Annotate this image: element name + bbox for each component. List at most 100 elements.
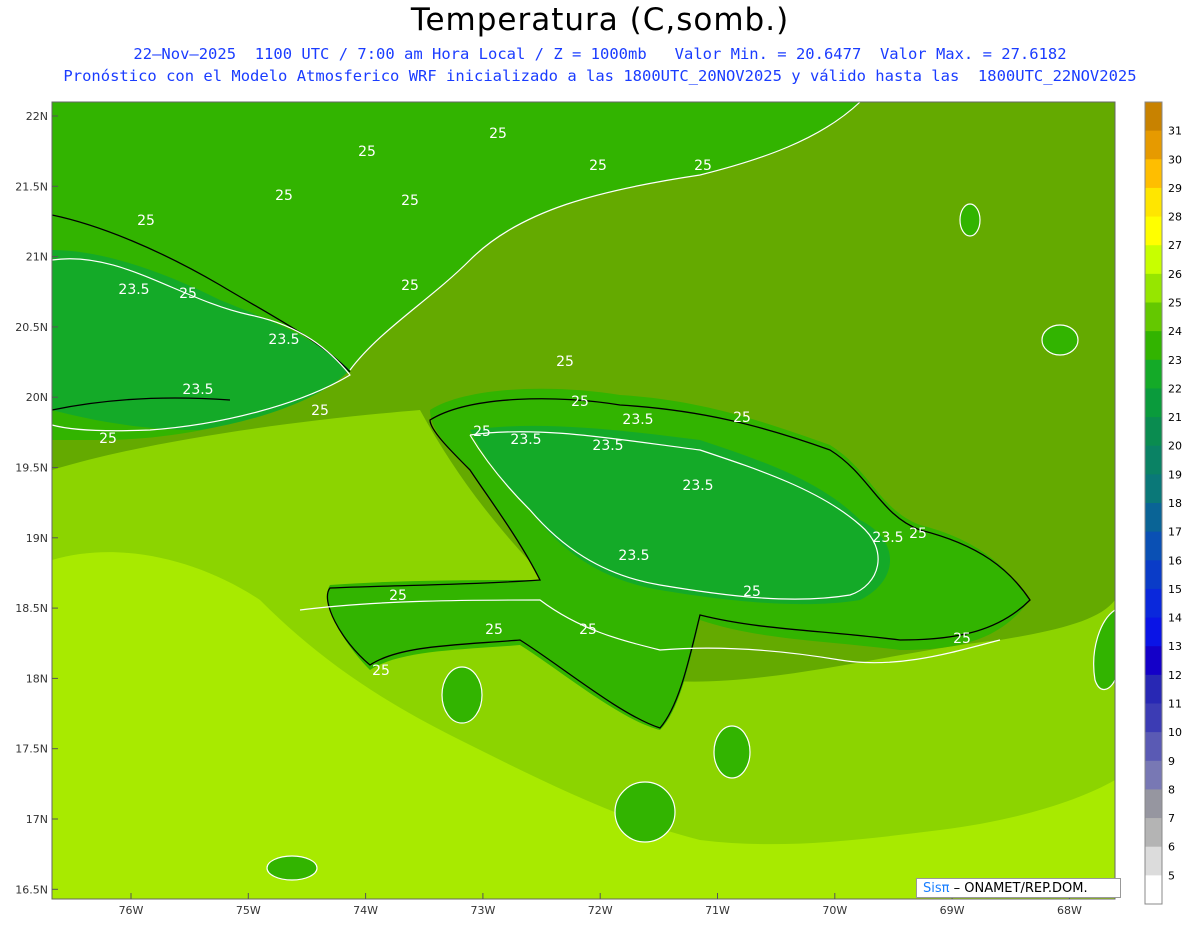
colorbar-swatch (1145, 331, 1162, 361)
colorbar-swatch (1145, 245, 1162, 275)
colorbar-swatch (1145, 273, 1162, 303)
colorbar-swatch (1145, 846, 1162, 876)
lat-label: 17.5N (15, 743, 48, 756)
colorbar-label: 16 (1168, 554, 1182, 567)
contour-label: 25 (179, 286, 197, 302)
colorbar-label: 19 (1168, 468, 1182, 481)
contour-label: 25 (694, 158, 712, 174)
colorbar-swatch (1145, 445, 1162, 475)
lat-label: 16.5N (15, 883, 48, 896)
contour-label: 23.5 (622, 412, 653, 428)
colorbar-swatch (1145, 417, 1162, 447)
contour-25-blob (959, 203, 981, 237)
temperature-map: 25 25 25 25 25 25 25 25 23.5 25 23.5 23.5 25 25 25 25 23… (15, 101, 1182, 917)
contour-label: 25 (589, 158, 607, 174)
contour-25-blob (614, 781, 676, 843)
contour-label: 25 (953, 631, 971, 647)
colorbar-label: 8 (1168, 783, 1175, 796)
lat-label: 20.5N (15, 321, 48, 334)
lat-label: 18.5N (15, 602, 48, 615)
colorbar-label: 6 (1168, 841, 1175, 854)
colorbar-swatch (1145, 159, 1162, 189)
colorbar-swatch (1145, 617, 1162, 647)
longitude-labels: 76W 75W 74W 73W 72W 71W 70W 69W 68W (119, 904, 1082, 917)
colorbar-label: 11 (1168, 698, 1182, 711)
contour-label: 25 (358, 144, 376, 160)
contour-25-blob (713, 725, 751, 779)
lat-label: 21N (26, 251, 48, 264)
colorbar-swatch (1145, 703, 1162, 733)
colorbar-label: 5 (1168, 869, 1175, 882)
contour-label: 25 (556, 354, 574, 370)
contour-label: 25 (275, 188, 293, 204)
colorbar-label: 30 (1168, 153, 1182, 166)
colorbar-label: 29 (1168, 182, 1182, 195)
contour-label: 25 (579, 622, 597, 638)
colorbar-swatch (1145, 388, 1162, 418)
lon-label: 68W (1057, 904, 1082, 917)
contour-label: 25 (311, 403, 329, 419)
colorbar-label: 24 (1168, 325, 1182, 338)
lon-label: 73W (470, 904, 495, 917)
contour-label: 23.5 (592, 438, 623, 454)
colorbar-swatch (1145, 875, 1162, 905)
contour-label: 25 (485, 622, 503, 638)
lon-label: 75W (236, 904, 261, 917)
lat-label: 19.5N (15, 462, 48, 475)
colorbar-label: 27 (1168, 239, 1182, 252)
contour-label: 25 (909, 526, 927, 542)
colorbar-swatch (1145, 646, 1162, 676)
contour-label: 25 (137, 213, 155, 229)
contour-label: 25 (571, 394, 589, 410)
colorbar-swatch (1145, 474, 1162, 504)
contour-label: 25 (733, 410, 751, 426)
latitude-labels: 22N 21.5N 21N 20.5N 20N 19.5N 19N 18.5N 18N 17.5N… (15, 110, 48, 896)
lon-label: 69W (940, 904, 965, 917)
colorbar-label: 25 (1168, 297, 1182, 310)
lon-label: 70W (822, 904, 847, 917)
colorbar-label: 31 (1168, 125, 1182, 138)
contour-label: 23.5 (118, 282, 149, 298)
colorbar-label: 28 (1168, 211, 1182, 224)
lat-label: 18N (26, 672, 48, 685)
contour-label: 23.5 (510, 432, 541, 448)
colorbar-label: 10 (1168, 726, 1182, 739)
colorbar-label: 7 (1168, 812, 1175, 825)
colorbar-swatch (1145, 818, 1162, 848)
colorbar-label: 22 (1168, 382, 1182, 395)
colorbar-swatch (1145, 302, 1162, 332)
credit-brand: Sisπ (923, 881, 950, 896)
lat-label: 21.5N (15, 180, 48, 193)
contour-25-blob (1041, 324, 1079, 356)
colorbar-swatch (1145, 187, 1162, 218)
colorbar-label: 9 (1168, 755, 1175, 768)
contour-label: 25 (99, 431, 117, 447)
contour-label: 23.5 (182, 382, 213, 398)
colorbar-swatch (1145, 503, 1162, 533)
colorbar-swatch (1145, 732, 1162, 762)
colorbar-label: 14 (1168, 612, 1182, 625)
lat-label: 19N (26, 532, 48, 545)
colorbar-swatch (1145, 760, 1162, 790)
contour-25-blob (266, 855, 318, 881)
credit-box: Sisπ – ONAMET/REP.DOM. (916, 878, 1121, 898)
colorbar-label: 26 (1168, 268, 1182, 281)
colorbar-swatch (1145, 674, 1162, 704)
colorbar-label: 13 (1168, 640, 1182, 653)
contour-label: 25 (401, 278, 419, 294)
contour-25-blob (441, 666, 483, 724)
colorbar-label: 23 (1168, 354, 1182, 367)
lat-label: 17N (26, 813, 48, 826)
colorbar-swatch (1145, 130, 1162, 160)
contour-label: 25 (372, 663, 390, 679)
colorbar-swatch (1145, 531, 1162, 561)
credit-text: – ONAMET/REP.DOM. (949, 881, 1088, 896)
contour-label: 23.5 (268, 332, 299, 348)
contour-label: 25 (473, 424, 491, 440)
colorbar-swatch (1145, 588, 1162, 619)
contour-label: 25 (743, 584, 761, 600)
colorbar-swatch (1145, 102, 1162, 132)
contour-label: 25 (489, 126, 507, 142)
contour-label: 25 (389, 588, 407, 604)
lon-label: 71W (705, 904, 730, 917)
